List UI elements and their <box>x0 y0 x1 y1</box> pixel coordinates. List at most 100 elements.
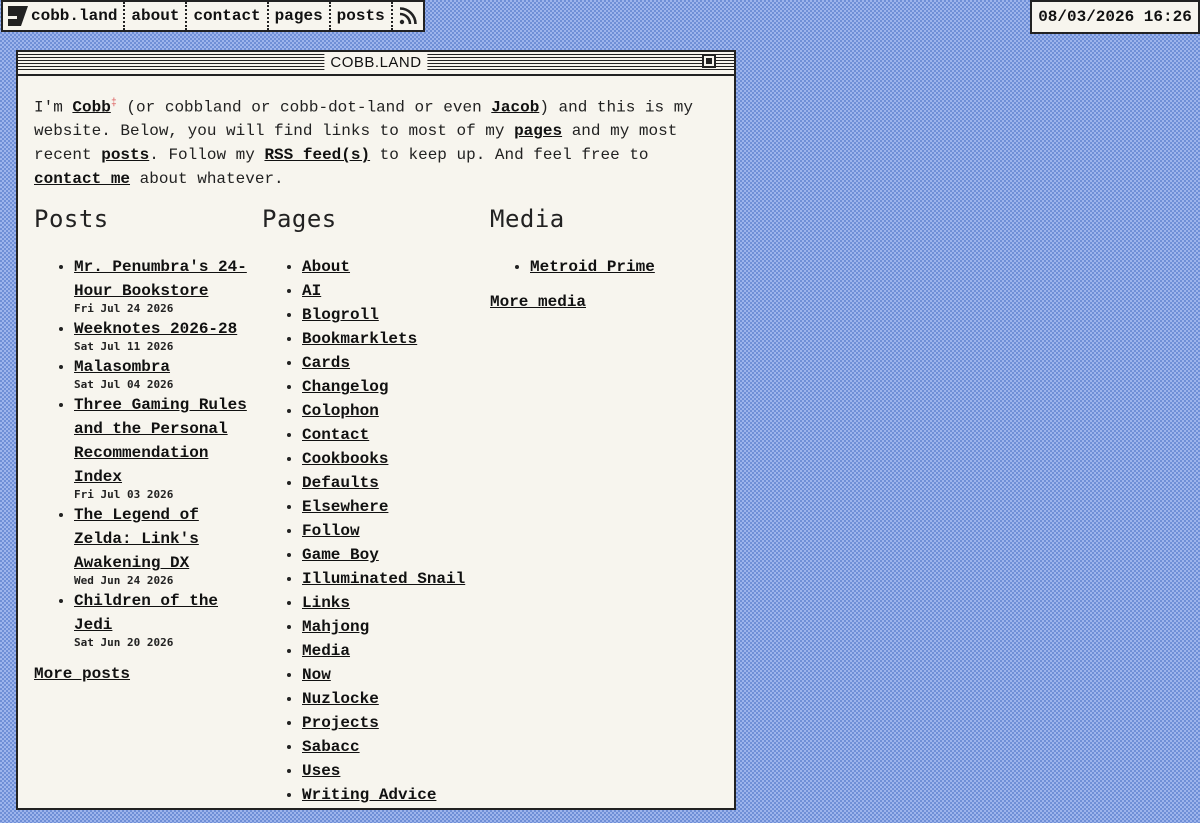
page-item: Changelog <box>302 375 490 399</box>
page-item: Cookbooks <box>302 447 490 471</box>
nav-posts-link[interactable]: posts <box>331 2 393 30</box>
page-item: Contact <box>302 423 490 447</box>
nav-pages-link[interactable]: pages <box>269 2 331 30</box>
clock: 08/03/2026 16:26 <box>1030 0 1200 34</box>
rss-icon <box>399 7 417 25</box>
posts-column: Posts Mr. Penumbra's 24-Hour Bookstore Fr… <box>34 205 262 807</box>
page-link[interactable]: Changelog <box>302 378 388 396</box>
page-item: Illuminated Snail <box>302 567 490 591</box>
page-link[interactable]: Cookbooks <box>302 450 388 468</box>
main-window: COBB.LAND I'm Cobb‡ (or cobbland or cobb… <box>16 50 736 810</box>
post-item: Mr. Penumbra's 24-Hour Bookstore Fri Jul … <box>74 255 262 314</box>
page-link[interactable]: Illuminated Snail <box>302 570 465 588</box>
nav-contact-link[interactable]: contact <box>187 2 269 30</box>
media-column: Media Metroid Prime More media <box>490 205 718 807</box>
page-link[interactable]: Projects <box>302 714 379 732</box>
post-link[interactable]: The Legend of Zelda: Link's Awakening DX <box>74 506 199 572</box>
intro-text: about whatever. <box>130 170 284 189</box>
page-link[interactable]: Mahjong <box>302 618 369 636</box>
page-item: Colophon <box>302 399 490 423</box>
post-link[interactable]: Weeknotes 2026-28 <box>74 320 237 338</box>
intro-paragraph: I'm Cobb‡ (or cobbland or cobb-dot-land … <box>34 92 714 191</box>
media-list: Metroid Prime <box>490 255 718 279</box>
page-link[interactable]: Game Boy <box>302 546 379 564</box>
site-name: cobb.land <box>31 7 118 25</box>
page-link[interactable]: Contact <box>302 426 369 444</box>
page-link[interactable]: Links <box>302 594 350 612</box>
page-item: Links <box>302 591 490 615</box>
page-link[interactable]: About <box>302 258 350 276</box>
page-item: About <box>302 255 490 279</box>
post-date: Sat Jun 20 2026 <box>74 636 174 650</box>
page-item: Bookmarklets <box>302 327 490 351</box>
post-date: Sat Jul 11 2026 <box>74 340 174 354</box>
posts-list: Mr. Penumbra's 24-Hour Bookstore Fri Jul … <box>34 255 262 648</box>
media-item: Metroid Prime <box>530 255 718 279</box>
page-item: Cards <box>302 351 490 375</box>
intro-text: . Follow my <box>149 146 265 165</box>
page-link[interactable]: Defaults <box>302 474 379 492</box>
page-item: Game Boy <box>302 543 490 567</box>
post-date: Fri Jul 03 2026 <box>74 488 174 502</box>
more-media-link[interactable]: More media <box>490 293 586 311</box>
page-item: Nuzlocke <box>302 687 490 711</box>
page-link[interactable]: Media <box>302 642 350 660</box>
jacob-link[interactable]: Jacob <box>491 98 539 116</box>
post-date: Sat Jul 04 2026 <box>74 378 174 392</box>
post-item: Children of the Jedi Sat Jun 20 2026 <box>74 589 262 648</box>
page-link[interactable]: Blogroll <box>302 306 379 324</box>
post-date: Fri Jul 24 2026 <box>74 302 174 316</box>
page-link[interactable]: Uses <box>302 762 340 780</box>
site-logo-icon <box>8 6 28 26</box>
page-item: Uses <box>302 759 490 783</box>
page-item: Projects <box>302 711 490 735</box>
post-item: The Legend of Zelda: Link's Awakening DX… <box>74 503 262 586</box>
page-link[interactable]: Nuzlocke <box>302 690 379 708</box>
page-item: Now <box>302 663 490 687</box>
intro-text: to keep up. And feel free to <box>370 146 649 165</box>
close-icon <box>706 58 712 64</box>
window-title: COBB.LAND <box>324 52 428 74</box>
post-link[interactable]: Mr. Penumbra's 24-Hour Bookstore <box>74 258 247 300</box>
post-date: Wed Jun 24 2026 <box>74 574 174 588</box>
post-link[interactable]: Malasombra <box>74 358 170 376</box>
more-posts-link[interactable]: More posts <box>34 665 130 683</box>
cobb-link[interactable]: Cobb <box>72 98 110 116</box>
page-item: Follow <box>302 519 490 543</box>
page-link[interactable]: Writing Advice <box>302 786 436 804</box>
top-nav: cobb.land about contact pages posts <box>1 0 425 32</box>
columns: Posts Mr. Penumbra's 24-Hour Bookstore Fr… <box>34 205 718 807</box>
post-item: Three Gaming Rules and the Personal Reco… <box>74 393 262 500</box>
page-item: Media <box>302 639 490 663</box>
page-link[interactable]: Now <box>302 666 331 684</box>
pages-column: Pages About AI Blogroll Bookmarklets Car… <box>262 205 490 807</box>
pages-link[interactable]: pages <box>514 122 562 140</box>
page-link[interactable]: Follow <box>302 522 360 540</box>
page-link[interactable]: Bookmarklets <box>302 330 417 348</box>
nav-about-link[interactable]: about <box>125 2 188 30</box>
page-item: AI <box>302 279 490 303</box>
rss-feed-link[interactable] <box>393 2 423 30</box>
posts-heading: Posts <box>34 205 109 234</box>
post-link[interactable]: Three Gaming Rules and the Personal Reco… <box>74 396 247 486</box>
page-link[interactable]: Colophon <box>302 402 379 420</box>
posts-link[interactable]: posts <box>101 146 149 164</box>
intro-text: (or cobbland or cobb-dot-land or even <box>116 98 492 117</box>
page-item: Elsewhere <box>302 495 490 519</box>
window-titlebar[interactable]: COBB.LAND <box>18 52 734 76</box>
pages-heading: Pages <box>262 205 337 234</box>
page-item: Writing Advice <box>302 783 490 807</box>
window-close-button[interactable] <box>702 54 716 68</box>
page-item: Blogroll <box>302 303 490 327</box>
post-item: Weeknotes 2026-28 Sat Jul 11 2026 <box>74 317 262 352</box>
media-link[interactable]: Metroid Prime <box>530 258 655 276</box>
page-link[interactable]: Cards <box>302 354 350 372</box>
contact-me-link[interactable]: contact me <box>34 170 130 188</box>
site-home-link[interactable]: cobb.land <box>3 2 126 30</box>
page-item: Mahjong <box>302 615 490 639</box>
rss-feeds-link[interactable]: RSS feed(s) <box>264 146 370 164</box>
page-link[interactable]: AI <box>302 282 321 300</box>
page-link[interactable]: Elsewhere <box>302 498 388 516</box>
page-link[interactable]: Sabacc <box>302 738 360 756</box>
post-link[interactable]: Children of the Jedi <box>74 592 218 634</box>
